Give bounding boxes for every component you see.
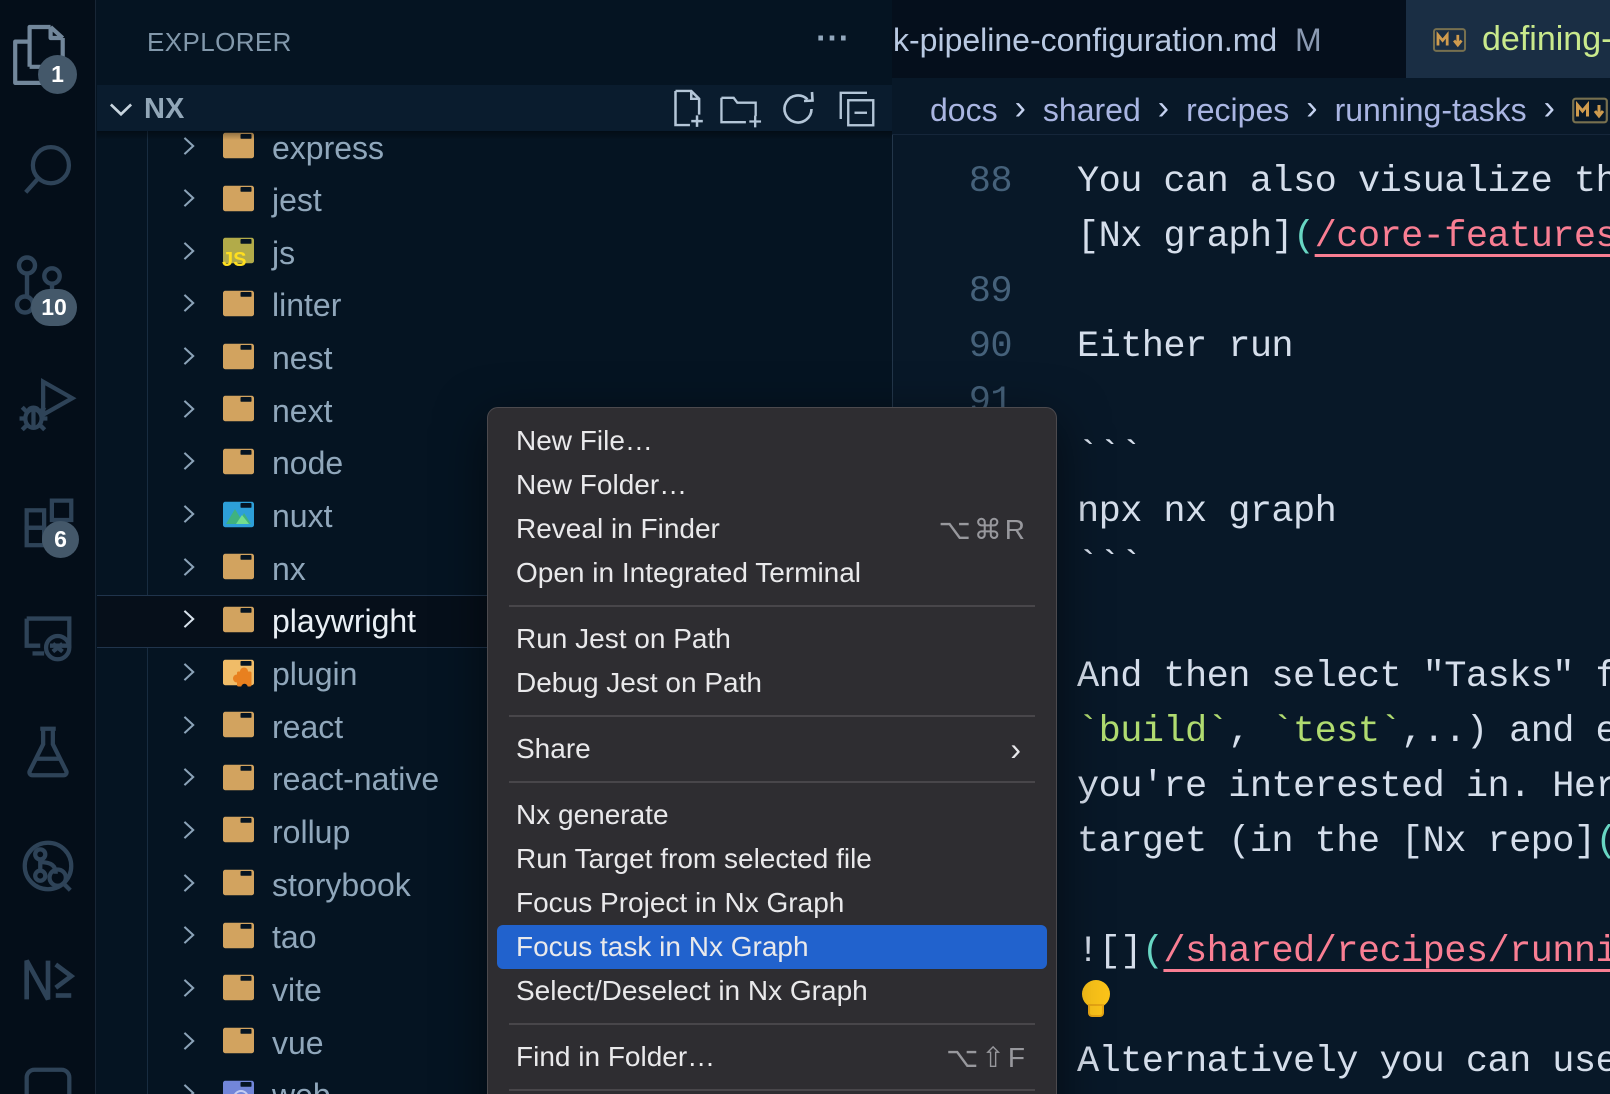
svg-text:JS: JS (222, 249, 246, 271)
